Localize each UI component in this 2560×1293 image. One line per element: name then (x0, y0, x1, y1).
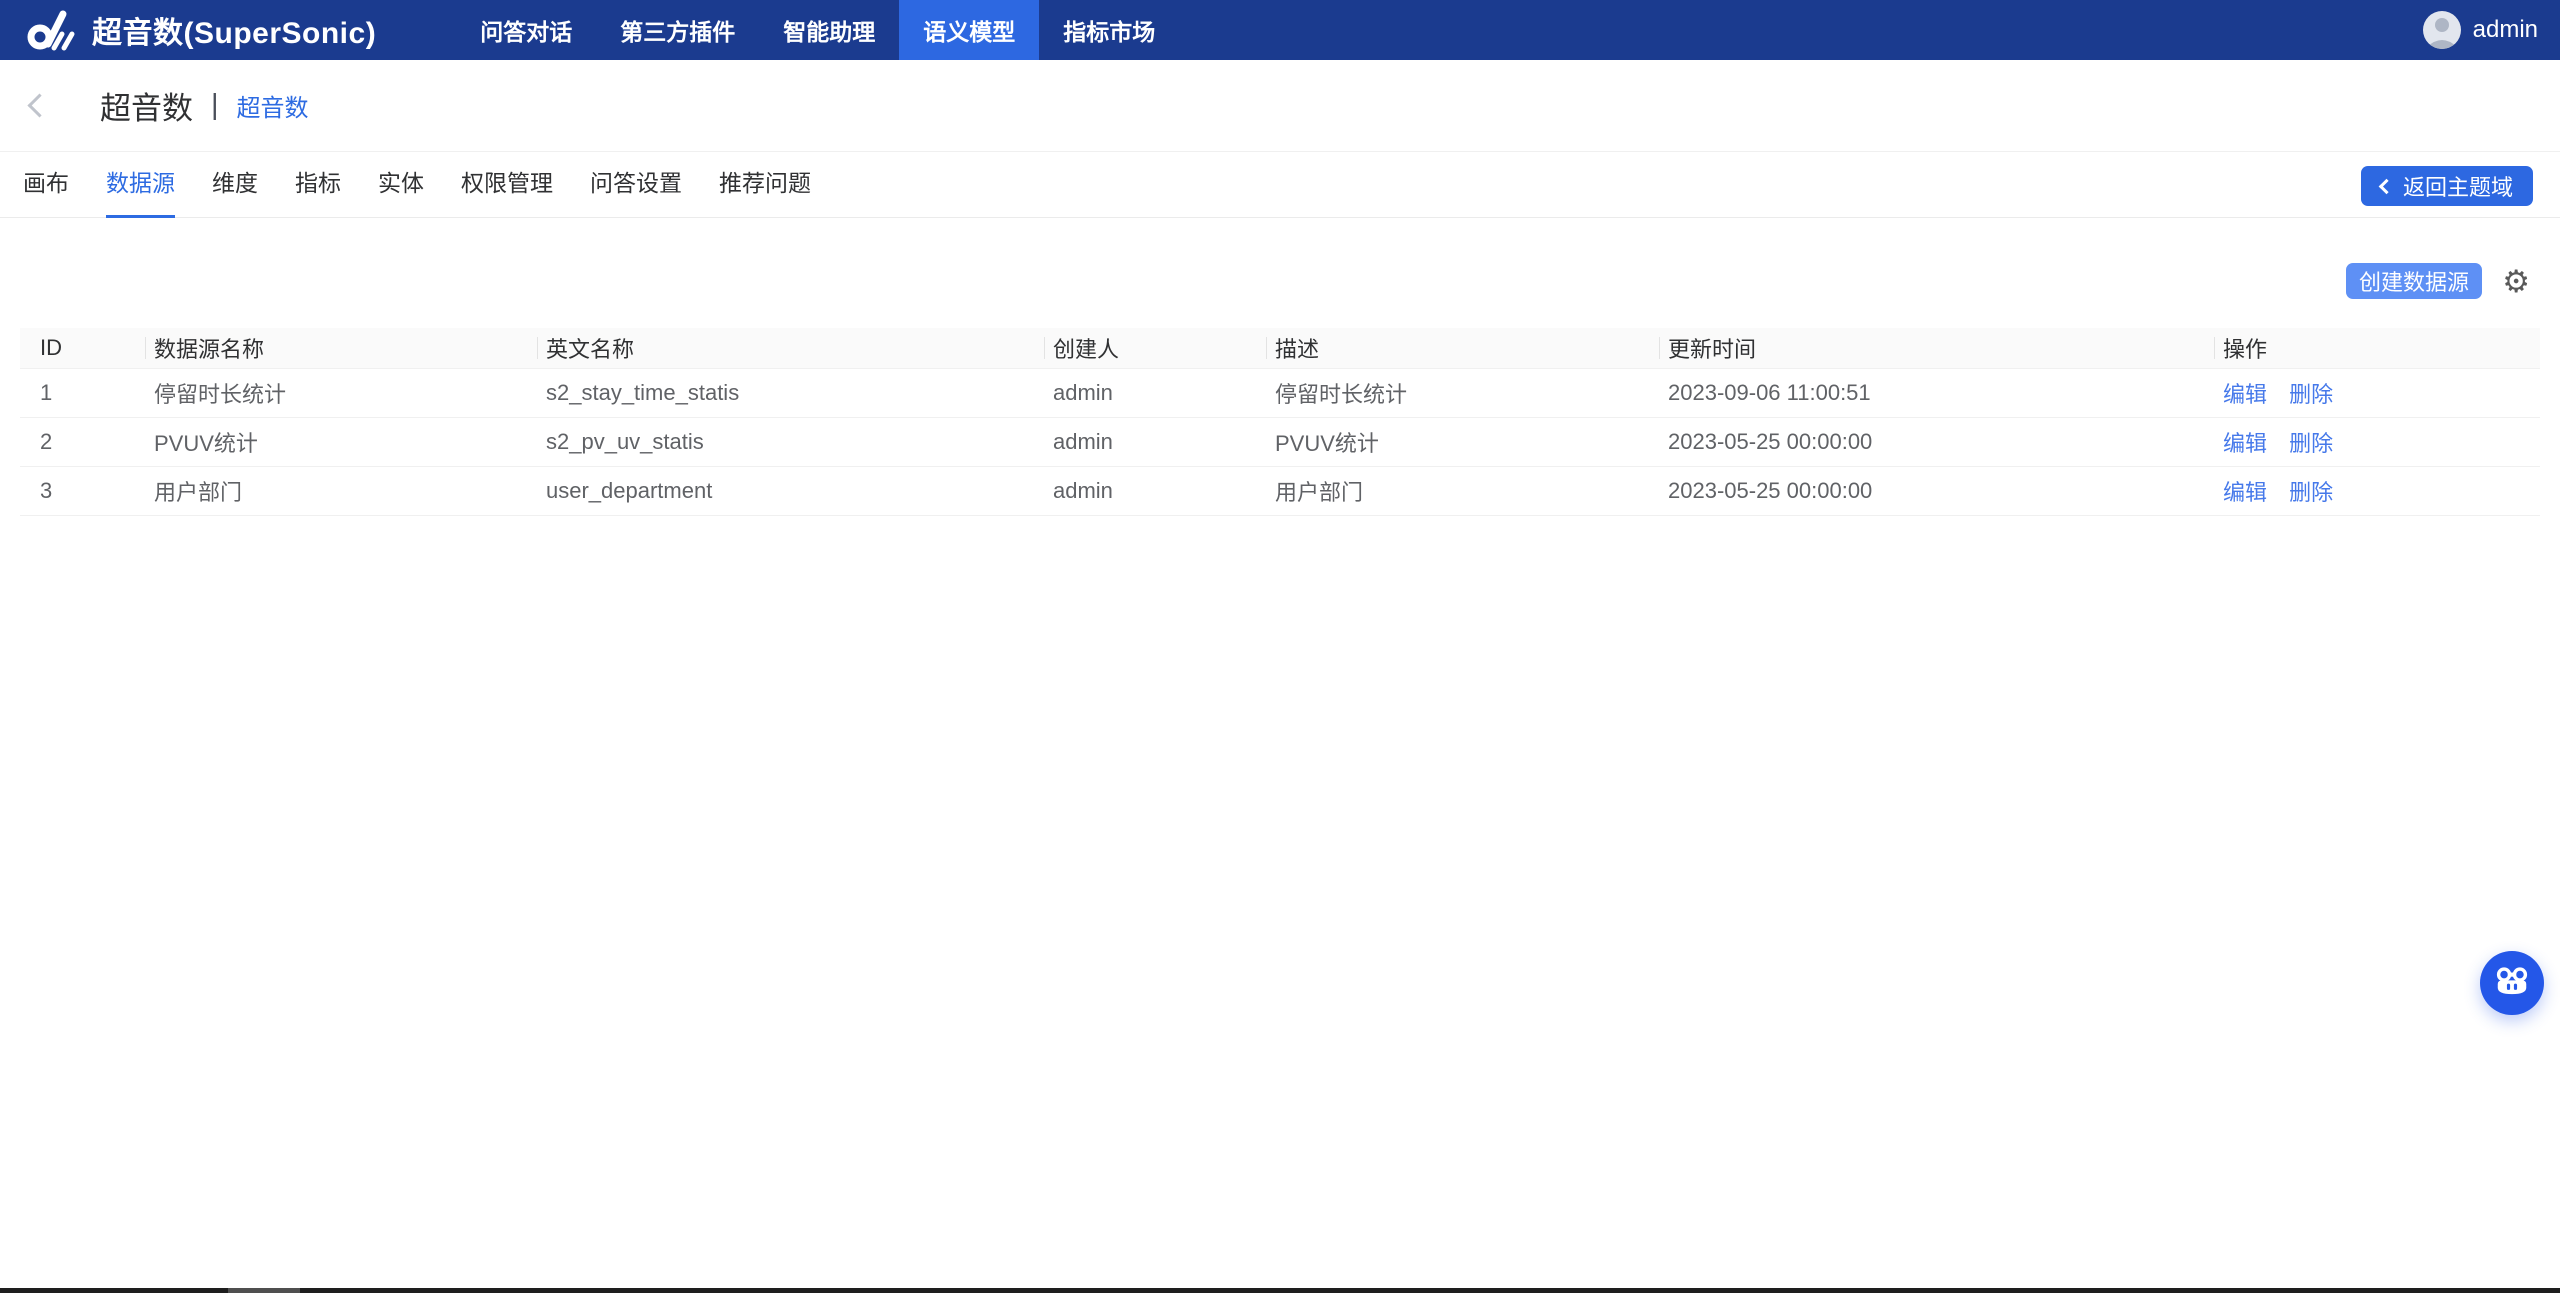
cell-english-name: s2_stay_time_statis (538, 368, 1045, 417)
return-domain-button[interactable]: 返回主题域 (2361, 166, 2533, 206)
supersonic-logo-icon (26, 8, 78, 52)
cell-creator: admin (1045, 368, 1267, 417)
cell-id: 1 (20, 368, 146, 417)
cell-id: 2 (20, 417, 146, 466)
table-row: 1 停留时长统计 s2_stay_time_statis admin 停留时长统… (20, 368, 2540, 417)
cell-updated: 2023-05-25 00:00:00 (1660, 466, 2215, 515)
model-tab-bar: 画布 数据源 维度 指标 实体 权限管理 问答设置 推荐问题 (0, 152, 2560, 218)
domain-sub-link[interactable]: 超音数 (237, 88, 309, 123)
edit-link[interactable]: 编辑 (2223, 431, 2267, 456)
tab-qa-settings[interactable]: 问答设置 (590, 152, 682, 218)
cell-english-name: s2_pv_uv_statis (538, 417, 1045, 466)
cell-actions: 编辑 删除 (2215, 466, 2540, 515)
datasource-table: ID 数据源名称 英文名称 创建人 描述 更新时间 操作 1 停留时长统计 s2… (20, 328, 2540, 516)
tab-permission[interactable]: 权限管理 (461, 152, 553, 218)
bottom-scrollbar-thumb[interactable] (228, 1288, 300, 1293)
edit-link[interactable]: 编辑 (2223, 382, 2267, 407)
nav-item-assistant[interactable]: 智能助理 (759, 0, 899, 60)
domain-title: 超音数 (100, 83, 193, 128)
page-header: 超音数 | 超音数 (0, 60, 2560, 152)
user-avatar[interactable] (2423, 11, 2461, 49)
chevron-left-icon (2379, 178, 2395, 194)
cell-creator: admin (1045, 417, 1267, 466)
table-row: 3 用户部门 user_department admin 用户部门 2023-0… (20, 466, 2540, 515)
tab-datasource[interactable]: 数据源 (106, 152, 175, 218)
delete-link[interactable]: 删除 (2289, 431, 2333, 456)
nav-menu: 问答对话 第三方插件 智能助理 语义模型 指标市场 (456, 0, 1179, 60)
cell-actions: 编辑 删除 (2215, 368, 2540, 417)
brand: 超音数(SuperSonic) (26, 8, 376, 52)
cell-updated: 2023-05-25 00:00:00 (1660, 417, 2215, 466)
table-row: 2 PVUV统计 s2_pv_uv_statis admin PVUV统计 20… (20, 417, 2540, 466)
cell-updated: 2023-09-06 11:00:51 (1660, 368, 2215, 417)
tab-recommend-questions[interactable]: 推荐问题 (719, 152, 811, 218)
cell-description: 用户部门 (1267, 466, 1660, 515)
back-chevron-icon[interactable] (14, 84, 58, 128)
cell-name: PVUV统计 (146, 417, 538, 466)
cell-description: 停留时长统计 (1267, 368, 1660, 417)
nav-item-metric-market[interactable]: 指标市场 (1039, 0, 1179, 60)
cell-id: 3 (20, 466, 146, 515)
col-english-name: 英文名称 (538, 328, 1045, 368)
col-description: 描述 (1267, 328, 1660, 368)
delete-link[interactable]: 删除 (2289, 382, 2333, 407)
top-navbar: 超音数(SuperSonic) 问答对话 第三方插件 智能助理 语义模型 指标市… (0, 0, 2560, 60)
nav-item-plugins[interactable]: 第三方插件 (596, 0, 759, 60)
gear-icon[interactable]: ⚙ (2502, 266, 2530, 297)
cell-english-name: user_department (538, 466, 1045, 515)
cell-description: PVUV统计 (1267, 417, 1660, 466)
col-name: 数据源名称 (146, 328, 538, 368)
edit-link[interactable]: 编辑 (2223, 480, 2267, 505)
table-header-row: ID 数据源名称 英文名称 创建人 描述 更新时间 操作 (20, 328, 2540, 368)
nav-item-semantic-model[interactable]: 语义模型 (899, 0, 1039, 60)
title-separator: | (211, 89, 219, 122)
delete-link[interactable]: 删除 (2289, 480, 2333, 505)
robot-icon (2493, 966, 2531, 1001)
username-label: admin (2473, 16, 2538, 44)
cell-name: 用户部门 (146, 466, 538, 515)
nav-item-chat[interactable]: 问答对话 (456, 0, 596, 60)
col-id: ID (20, 328, 146, 368)
col-creator: 创建人 (1045, 328, 1267, 368)
tab-entity[interactable]: 实体 (378, 152, 424, 218)
col-actions: 操作 (2215, 328, 2540, 368)
bottom-scrollbar-track[interactable] (0, 1288, 2560, 1293)
tab-metric[interactable]: 指标 (295, 152, 341, 218)
cell-creator: admin (1045, 466, 1267, 515)
cell-actions: 编辑 删除 (2215, 417, 2540, 466)
create-datasource-button[interactable]: 创建数据源 (2346, 263, 2482, 299)
tab-canvas[interactable]: 画布 (23, 152, 69, 218)
cell-name: 停留时长统计 (146, 368, 538, 417)
assistant-chat-button[interactable] (2480, 951, 2544, 1015)
col-updated: 更新时间 (1660, 328, 2215, 368)
tab-dimension[interactable]: 维度 (212, 152, 258, 218)
brand-name: 超音数(SuperSonic) (92, 8, 376, 52)
user-menu[interactable]: admin (2423, 0, 2538, 60)
